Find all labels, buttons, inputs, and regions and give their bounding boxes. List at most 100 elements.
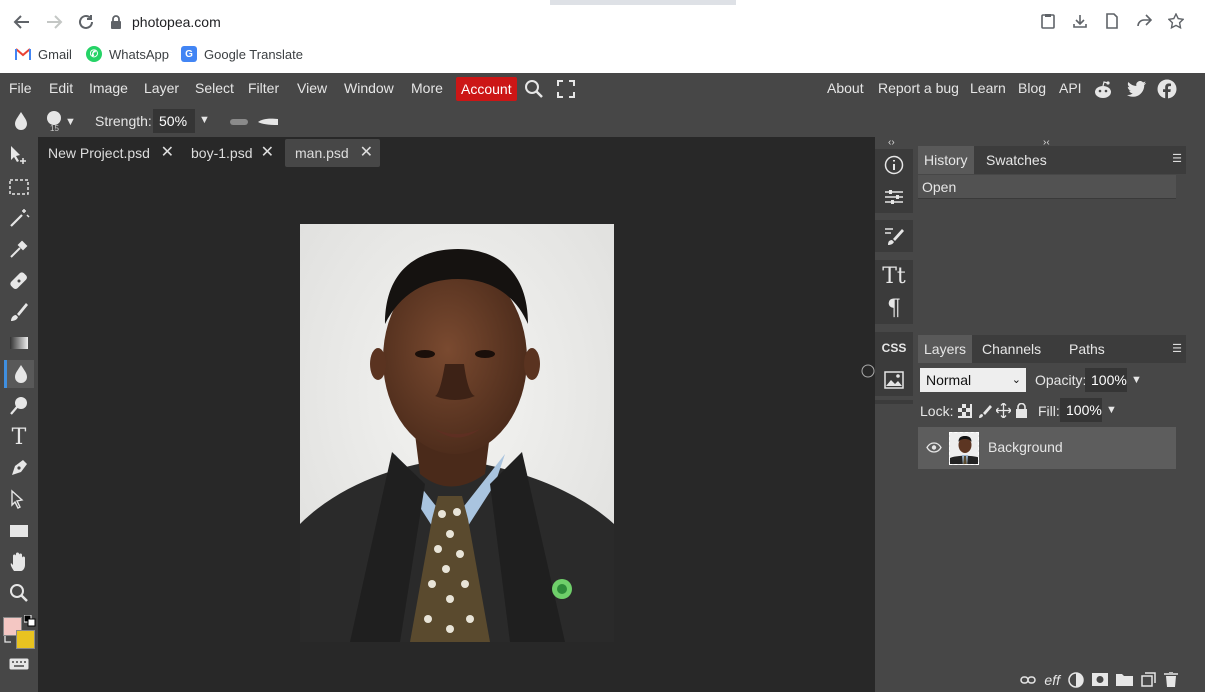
- pen-tool-icon[interactable]: [4, 454, 34, 482]
- gradient-tool-icon[interactable]: [4, 329, 34, 357]
- doc-tab-man[interactable]: man.psd ✕: [285, 139, 380, 167]
- eye-visibility-icon[interactable]: [926, 442, 942, 453]
- lock-transparency-icon[interactable]: [958, 404, 972, 418]
- cursor-circle-icon: [861, 364, 875, 378]
- healing-brush-tool-icon[interactable]: [4, 267, 34, 295]
- magic-wand-tool-icon[interactable]: [4, 204, 34, 232]
- doc-tab-boy-1[interactable]: boy-1.psd ✕: [181, 139, 281, 167]
- background-color-swatch[interactable]: [16, 630, 35, 649]
- brush-shape-icon[interactable]: [258, 117, 280, 127]
- close-icon[interactable]: ✕: [161, 139, 174, 167]
- opacity-dropdown-icon[interactable]: ▼: [1131, 374, 1142, 386]
- tab-layers[interactable]: Layers: [918, 335, 973, 363]
- path-select-tool-icon[interactable]: [4, 485, 34, 513]
- keyboard-icon[interactable]: [9, 658, 29, 670]
- tab-swatches[interactable]: Swatches: [980, 146, 1053, 174]
- swap-colors-icon[interactable]: [4, 634, 14, 644]
- css-icon[interactable]: CSS: [875, 332, 913, 364]
- blur-tool-preset-icon[interactable]: [12, 111, 30, 131]
- close-icon[interactable]: ✕: [261, 139, 274, 167]
- zoom-tool-icon[interactable]: [4, 579, 34, 607]
- fill-input[interactable]: 100%: [1060, 398, 1102, 422]
- lock-pixels-icon[interactable]: [978, 404, 992, 418]
- back-button[interactable]: [10, 10, 34, 34]
- page-icon[interactable]: [1104, 13, 1122, 31]
- type-tool-icon[interactable]: T: [4, 423, 34, 451]
- new-layer-icon[interactable]: [1141, 672, 1156, 687]
- delete-layer-icon[interactable]: [1164, 672, 1178, 687]
- menu-image[interactable]: Image: [89, 73, 128, 105]
- twitter-icon[interactable]: [1127, 81, 1147, 99]
- reddit-icon[interactable]: [1093, 80, 1113, 100]
- facebook-icon[interactable]: [1157, 79, 1177, 99]
- hand-tool-icon[interactable]: [4, 548, 34, 576]
- menu-api[interactable]: API: [1059, 73, 1082, 105]
- menu-about[interactable]: About: [827, 73, 864, 105]
- lock-all-icon[interactable]: [1015, 403, 1028, 418]
- info-icon[interactable]: [875, 149, 913, 181]
- sample-all-layers-icon[interactable]: [230, 118, 250, 126]
- search-icon[interactable]: [524, 79, 544, 99]
- close-icon[interactable]: ✕: [360, 139, 373, 167]
- blend-mode-select[interactable]: Normal ⌄: [920, 368, 1026, 392]
- menu-filter[interactable]: Filter: [248, 73, 279, 105]
- shape-tool-icon[interactable]: [4, 517, 34, 545]
- account-button[interactable]: Account: [456, 77, 517, 101]
- tab-channels[interactable]: Channels: [976, 335, 1047, 363]
- collapse-arrows-icon[interactable]: ‹›: [888, 137, 895, 148]
- default-colors-icon[interactable]: [24, 615, 36, 627]
- link-layers-icon[interactable]: [1020, 675, 1037, 685]
- history-item[interactable]: Open: [918, 175, 1176, 199]
- layer-effects-icon[interactable]: eff: [1044, 672, 1060, 688]
- install-app-icon[interactable]: [1072, 13, 1090, 31]
- paragraph-icon[interactable]: ¶: [875, 292, 913, 324]
- menu-select[interactable]: Select: [195, 73, 234, 105]
- tab-history[interactable]: History: [918, 146, 974, 174]
- right-edge-scrollbar[interactable]: [1186, 137, 1205, 692]
- menu-window[interactable]: Window: [344, 73, 394, 105]
- move-tool-icon[interactable]: [4, 141, 34, 169]
- blur-tool-icon[interactable]: [4, 360, 34, 388]
- layer-row-background[interactable]: Background: [918, 427, 1176, 469]
- menu-blog[interactable]: Blog: [1018, 73, 1046, 105]
- menu-view[interactable]: View: [297, 73, 327, 105]
- marquee-tool-icon[interactable]: [4, 173, 34, 201]
- reading-list-icon[interactable]: [1040, 13, 1058, 31]
- bookmark-gmail[interactable]: Gmail: [15, 44, 72, 64]
- strength-input[interactable]: 50%: [153, 109, 195, 133]
- canvas-image[interactable]: [300, 224, 614, 642]
- menu-more[interactable]: More: [411, 73, 443, 105]
- reload-button[interactable]: [74, 10, 98, 34]
- new-group-icon[interactable]: [1116, 673, 1133, 686]
- share-icon[interactable]: [1136, 13, 1154, 31]
- layer-mask-icon[interactable]: [1092, 673, 1108, 686]
- layers-menu-icon[interactable]: ☰: [1168, 340, 1186, 358]
- bookmark-whatsapp[interactable]: ✆ WhatsApp: [86, 44, 169, 64]
- brush-dropdown-icon[interactable]: ▼: [65, 116, 76, 128]
- doc-tab-new-project[interactable]: New Project.psd ✕: [38, 139, 181, 167]
- tab-paths[interactable]: Paths: [1063, 335, 1111, 363]
- bookmark-star-icon[interactable]: [1168, 13, 1186, 31]
- menu-edit[interactable]: Edit: [49, 73, 73, 105]
- bookmark-google-translate[interactable]: G Google Translate: [181, 44, 303, 64]
- brush-tool-icon[interactable]: [4, 298, 34, 326]
- adjustments-icon[interactable]: [875, 181, 913, 213]
- menu-learn[interactable]: Learn: [970, 73, 1006, 105]
- address-bar[interactable]: photopea.com: [110, 8, 1195, 36]
- menu-file[interactable]: File: [9, 73, 32, 105]
- opacity-input[interactable]: 100%: [1085, 368, 1127, 392]
- eyedropper-tool-icon[interactable]: [4, 235, 34, 263]
- forward-button[interactable]: [42, 10, 66, 34]
- strength-dropdown-icon[interactable]: ▼: [199, 114, 210, 126]
- adjustment-layer-icon[interactable]: [1068, 671, 1084, 688]
- image-icon[interactable]: [875, 364, 913, 396]
- dodge-tool-icon[interactable]: [4, 392, 34, 420]
- character-icon[interactable]: Tt: [875, 260, 913, 292]
- lock-position-icon[interactable]: [996, 403, 1011, 418]
- fullscreen-icon[interactable]: [557, 80, 575, 98]
- history-menu-icon[interactable]: ☰: [1168, 150, 1186, 168]
- brush-settings-icon[interactable]: [875, 220, 913, 252]
- menu-report-bug[interactable]: Report a bug: [878, 73, 959, 105]
- fill-dropdown-icon[interactable]: ▼: [1106, 404, 1117, 416]
- menu-layer[interactable]: Layer: [144, 73, 179, 105]
